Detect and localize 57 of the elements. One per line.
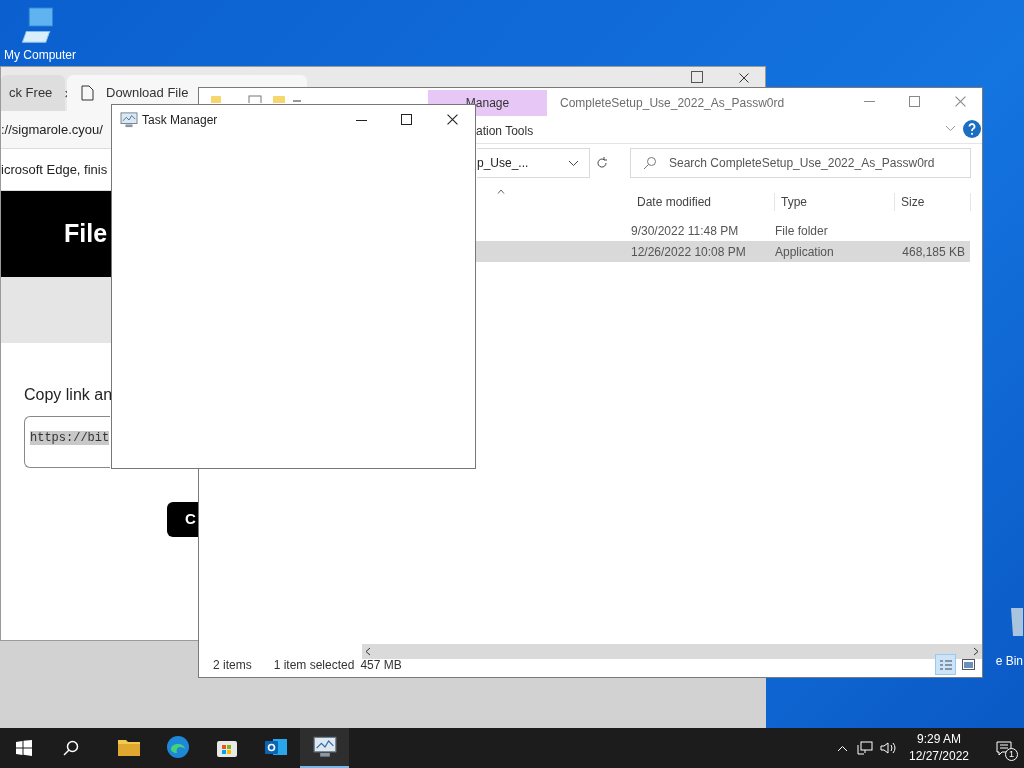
taskbar-app[interactable]: [300, 728, 349, 768]
address-text[interactable]: ://sigmarole.cyou/: [1, 119, 103, 140]
date-cell-text: 9/30/2022 11:48 PM: [631, 222, 740, 240]
volume-icon[interactable]: [880, 741, 896, 755]
maximize-icon[interactable]: [691, 71, 703, 83]
window-title: Task Manager: [142, 112, 218, 129]
address-field[interactable]: p_Use_...: [477, 148, 590, 178]
close-icon[interactable]: [739, 73, 749, 83]
ribbon-group-label: ation Tools: [476, 123, 534, 140]
notification-count: 1: [1005, 748, 1018, 761]
recycle-bin-icon[interactable]: [1011, 606, 1023, 636]
browser-tab[interactable]: ck Free: [1, 75, 65, 111]
monitor-chart-icon: [312, 735, 337, 759]
clock-time[interactable]: 9:29 AM: [917, 731, 961, 748]
scroll-right-icon[interactable]: [973, 647, 979, 656]
search-icon: [643, 156, 657, 170]
notification-button[interactable]: 1: [984, 728, 1024, 768]
search-field[interactable]: Search CompleteSetup_Use_2022_As_Passw0rd: [630, 148, 971, 178]
sort-caret-icon[interactable]: [497, 189, 505, 194]
monitor-chart-icon: [120, 112, 138, 128]
type-cell-text: Application: [775, 243, 835, 261]
info-bar-text: icrosoft Edge, finis: [1, 160, 108, 179]
column-header[interactable]: Size: [895, 193, 971, 211]
document-icon: [81, 85, 94, 101]
icon-label: e Bin: [995, 654, 1023, 668]
chevron-up-icon[interactable]: [837, 744, 848, 752]
horizontal-scrollbar[interactable]: [362, 644, 982, 659]
search-icon[interactable]: [63, 740, 79, 756]
date-cell-text: 12/26/2022 10:08 PM: [631, 243, 747, 261]
edge-icon: [165, 735, 190, 759]
file-row[interactable]: 9/30/2022 11:48 PM File folder: [476, 220, 970, 241]
network-icon[interactable]: [857, 741, 873, 755]
maximize-icon[interactable]: [401, 114, 412, 125]
column-header[interactable]: Type: [775, 193, 895, 211]
notification-icon: [996, 740, 1012, 756]
size-cell-text: 468,185 KB: [901, 243, 965, 261]
link-field[interactable]: https://bit: [24, 416, 110, 468]
refresh-icon[interactable]: [596, 156, 608, 169]
help-icon[interactable]: [963, 120, 981, 138]
thumbnail-view-icon[interactable]: [962, 659, 975, 670]
icon-label: My Computer: [4, 48, 76, 62]
status-text: 457 MB: [360, 657, 402, 674]
file-row[interactable]: 12/26/2022 10:08 PM Application 468,185 KB: [476, 241, 970, 262]
copy-button[interactable]: C: [167, 502, 198, 537]
banner-title: File: [64, 218, 108, 250]
scroll-left-icon[interactable]: [365, 647, 371, 656]
folder-icon: [116, 737, 141, 757]
clock-date[interactable]: 12/27/2022: [908, 748, 970, 765]
status-text: 1 item selected: [273, 657, 355, 674]
prompt-text: Copy link an: [24, 385, 114, 405]
type-cell-text: File folder: [775, 222, 829, 240]
chevron-down-icon[interactable]: [568, 160, 579, 167]
status-text: 2 items: [213, 657, 252, 674]
close-icon[interactable]: [447, 114, 458, 125]
windows-start-icon[interactable]: [16, 740, 32, 756]
column-header[interactable]: Date modified: [631, 193, 775, 211]
window-title: CompleteSetup_Use_2022_As_Passw0rd: [560, 95, 785, 112]
